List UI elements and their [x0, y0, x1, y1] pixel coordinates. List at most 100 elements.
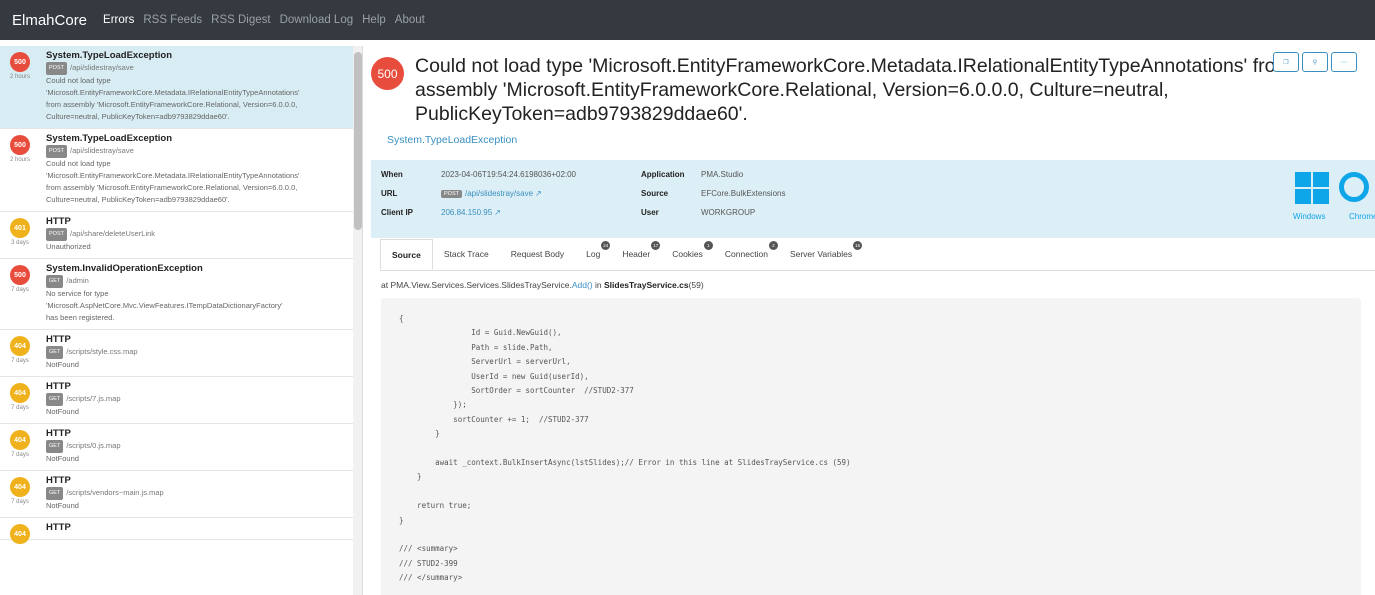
when-value: 2023-04-06T19:54:24.6198036+02:00	[441, 170, 577, 179]
source-location: at PMA.View.Services.Services.SlidesTray…	[381, 280, 704, 290]
status-code-badge: 500	[10, 52, 30, 72]
code-line: sortCounter += 1; //STUD2-377	[399, 414, 589, 424]
source-in: in	[592, 280, 604, 290]
source-method: Add()	[571, 280, 593, 290]
tab-request-body[interactable]: Request Body	[500, 239, 575, 270]
client-ip-value: 206.84.150.95 ↗	[441, 208, 501, 217]
method-badge: GET	[46, 440, 64, 453]
error-url: GET/admin	[46, 275, 345, 288]
error-list: 500 2 hours System.TypeLoadException POST/a…	[0, 46, 363, 595]
method-badge: GET	[46, 393, 64, 406]
tab-source[interactable]: Source	[380, 239, 433, 270]
status-code-badge: 404	[10, 524, 30, 544]
code-line: ServerUrl = serverUrl,	[399, 357, 571, 367]
error-list-item[interactable]: 500 2 hours System.TypeLoadException POST/a…	[0, 46, 353, 129]
error-message: Unauthorized	[46, 242, 91, 251]
application-label: Application	[641, 170, 685, 179]
tab-header[interactable]: Header 17	[611, 239, 661, 270]
url-label: URL	[381, 189, 398, 198]
external-link-icon[interactable]: ↗	[494, 208, 501, 217]
code-line: return true;	[399, 501, 472, 511]
os-label: Windows	[1293, 212, 1326, 221]
error-message: No service for type 'Microsoft.AspNetCor…	[46, 289, 283, 322]
error-url: POST/api/slidestray/save	[46, 62, 345, 75]
tab-server-variables[interactable]: Server Variables 15	[779, 239, 863, 270]
application-value: PMA.Studio	[701, 170, 744, 179]
scrollbar-thumb[interactable]	[354, 52, 362, 230]
error-age: 2 hours	[9, 157, 30, 163]
error-list-item[interactable]: 404 7 days HTTP GET/scripts/vendors~main.js…	[0, 471, 353, 518]
code-line: SortOrder = sortCounter //STUD2-377	[399, 386, 634, 396]
error-message: NotFound	[46, 407, 79, 416]
nav-rss-digest[interactable]: RSS Digest	[211, 14, 270, 26]
error-url: GET/scripts/style.css.map	[46, 346, 345, 359]
error-url: GET/scripts/0.js.map	[46, 440, 345, 453]
error-list-item[interactable]: 500 2 hours System.TypeLoadException POST/a…	[0, 129, 353, 212]
copy-button[interactable]: ❐	[1273, 52, 1299, 72]
nav-errors[interactable]: Errors	[103, 14, 134, 26]
error-type: HTTP	[46, 216, 71, 227]
tab-stack-trace[interactable]: Stack Trace	[433, 239, 500, 270]
status-code-badge: 500	[371, 57, 404, 90]
url-text: /scripts/vendors~main.js.map	[66, 488, 164, 497]
error-message: Could not load type 'Microsoft.EntityFra…	[46, 159, 300, 204]
sidebar-scrollbar[interactable]	[353, 46, 362, 595]
url-text: /scripts/7.js.map	[66, 394, 121, 403]
error-url: POST/api/slidestray/save	[46, 145, 345, 158]
error-type-link[interactable]: System.TypeLoadException	[387, 134, 517, 146]
external-link-icon[interactable]: ↗	[535, 189, 542, 198]
error-type: System.InvalidOperationException	[46, 263, 203, 274]
json-button[interactable]: ⋯	[1331, 52, 1357, 72]
tab-label: Connection	[724, 249, 768, 259]
tab-cookies[interactable]: Cookies 1	[661, 239, 714, 270]
search-button[interactable]: ⚲	[1302, 52, 1328, 72]
user-label: User	[641, 208, 659, 217]
brand-logo[interactable]: ElmahCore	[12, 12, 87, 29]
tab-label: Request Body	[510, 249, 565, 259]
client-ip-link[interactable]: 206.84.150.95	[441, 208, 492, 217]
nav-about[interactable]: About	[395, 14, 425, 26]
status-code-badge: 404	[10, 430, 30, 450]
url-link[interactable]: /api/slidestray/save	[465, 189, 533, 198]
method-badge: POST	[46, 145, 67, 158]
error-list-item[interactable]: 404 7 days HTTP GET/scripts/style.css.map No…	[0, 330, 353, 377]
code-line: await _context.BulkInsertAsync(lstSlides…	[399, 458, 851, 468]
nav-download-log[interactable]: Download Log	[280, 14, 354, 26]
tab-connection[interactable]: Connection 2	[714, 239, 779, 270]
code-line: }	[399, 515, 404, 525]
code-line: {	[399, 314, 404, 323]
tab-count-badge: 2	[768, 241, 778, 250]
code-line: Path = slide.Path,	[399, 342, 553, 352]
error-list-item[interactable]: 500 7 days System.InvalidOperationExceptio…	[0, 259, 353, 330]
code-line: /// <summary>	[399, 544, 458, 554]
tab-label: Cookies	[672, 249, 703, 259]
url-text: /admin	[66, 276, 89, 285]
error-age: 7 days	[11, 499, 29, 505]
windows-icon	[1295, 172, 1329, 204]
error-list-item[interactable]: 401 3 days HTTP POST/api/share/deleteUserLi…	[0, 212, 353, 259]
code-line: /// </summary>	[399, 573, 463, 583]
error-list-item[interactable]: 404 7 days HTTP GET/scripts/7.js.map NotFoun…	[0, 377, 353, 424]
error-type: HTTP	[46, 381, 71, 392]
status-code-badge: 404	[10, 383, 30, 403]
tab-label: Header	[622, 249, 651, 259]
method-badge: POST	[46, 228, 67, 241]
top-navbar: ElmahCore Errors RSS Feeds RSS Digest Do…	[0, 0, 1375, 40]
nav-rss-feeds[interactable]: RSS Feeds	[143, 14, 202, 26]
title-actions: ❐ ⚲ ⋯	[1273, 52, 1357, 72]
error-url: GET/scripts/vendors~main.js.map	[46, 487, 345, 500]
error-list-item[interactable]: 404 7 days HTTP GET/scripts/0.js.map NotFoun…	[0, 424, 353, 471]
error-list-item[interactable]: 404 HTTP	[0, 518, 353, 544]
client-ip-label: Client IP	[381, 208, 414, 217]
nav-help[interactable]: Help	[362, 14, 386, 26]
error-url: POST/api/share/deleteUserLink	[46, 228, 345, 241]
tab-log[interactable]: Log 24	[575, 239, 611, 270]
tab-label: Log	[586, 249, 601, 259]
browser-label: Chrome	[1349, 212, 1375, 221]
error-age: 7 days	[11, 358, 29, 364]
source-namespace: at PMA.View.Services.Services.SlidesTray…	[381, 280, 572, 290]
tab-count-badge: 24	[601, 241, 611, 250]
